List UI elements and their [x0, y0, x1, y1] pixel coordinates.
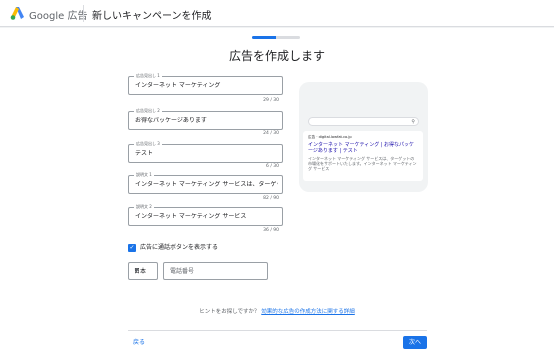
ad-preview-result: 広告 · digital.lowfat.co.jp インターネット マーケティン…: [303, 131, 423, 181]
country-select[interactable]: 日本 ▼: [128, 262, 158, 280]
headline-3-value[interactable]: テスト: [135, 150, 278, 158]
preview-description: インターネット マーケティング サービスは、ターゲットの市場化をサポートいたしま…: [308, 156, 417, 171]
headline-2-field[interactable]: 広告見出し 2 お得なパッケージあります: [128, 108, 283, 130]
description-1-counter: 82 / 90: [263, 196, 279, 201]
headline-3-counter: 6 / 30: [266, 164, 279, 169]
checkmark-icon: ✓: [129, 244, 135, 251]
preview-search-bar: ⚲: [308, 117, 419, 126]
main-content: 広告を作成します 広告見出し 1 インターネット マーケティング 29 / 30…: [0, 28, 554, 353]
hint-link[interactable]: 効果的な広告の作成方法に関する詳細: [261, 309, 355, 315]
headline-2-label: 広告見出し 2: [134, 108, 162, 113]
page-title: 広告を作成します: [228, 49, 325, 63]
search-icon: ⚲: [411, 119, 415, 125]
header-divider: [83, 5, 84, 22]
headline-3-field[interactable]: 広告見出し 3 テスト: [128, 141, 283, 163]
hint-row: ヒントをお探しですか？ 効果的な広告の作成方法に関する詳細: [0, 307, 554, 315]
brand-name: Google 広告: [29, 11, 88, 22]
headline-1-field[interactable]: 広告見出し 1 インターネット マーケティング: [128, 73, 283, 95]
headline-1-counter: 29 / 30: [263, 98, 279, 103]
description-1-field[interactable]: 説明文 1 インターネット マーケティング サービスは、ターゲット市場: [128, 172, 283, 194]
call-button-checkbox-label: 広告に通話ボタンを表示する: [140, 244, 219, 251]
back-button[interactable]: 戻る: [133, 339, 145, 347]
description-2-value[interactable]: インターネット マーケティング サービス: [135, 213, 278, 221]
page-heading: 新しいキャンペーンを作成: [92, 11, 212, 22]
headline-1-label: 広告見出し 1: [134, 73, 162, 78]
headline-3-label: 広告見出し 3: [134, 141, 162, 146]
google-ads-logo-icon: [10, 7, 24, 20]
progress-bar: [252, 36, 300, 39]
top-app-bar: Google 広告 新しいキャンペーンを作成: [0, 0, 554, 27]
preview-headline: インターネット マーケティング | お得なパッケージあります | テスト: [308, 142, 415, 154]
description-2-counter: 36 / 90: [263, 228, 279, 233]
chevron-down-icon: ▼: [134, 268, 139, 274]
description-1-label: 説明文 1: [134, 172, 154, 177]
headline-2-counter: 24 / 30: [263, 131, 279, 136]
call-button-checkbox[interactable]: ✓: [128, 244, 136, 252]
hint-text: ヒントをお探しですか？: [199, 309, 260, 315]
headline-1-value[interactable]: インターネット マーケティング: [135, 82, 278, 90]
footer-divider: [128, 330, 427, 331]
preview-url: 広告 · digital.lowfat.co.jp: [308, 135, 352, 139]
progress-fill: [252, 36, 276, 39]
description-2-field[interactable]: 説明文 2 インターネット マーケティング サービス: [128, 204, 283, 226]
phone-number-input[interactable]: 電話番号: [163, 262, 268, 280]
description-1-value[interactable]: インターネット マーケティング サービスは、ターゲット市場: [135, 181, 278, 189]
next-button[interactable]: 次へ: [403, 336, 427, 349]
headline-2-value[interactable]: お得なパッケージあります: [135, 117, 278, 125]
description-2-label: 説明文 2: [134, 204, 154, 209]
